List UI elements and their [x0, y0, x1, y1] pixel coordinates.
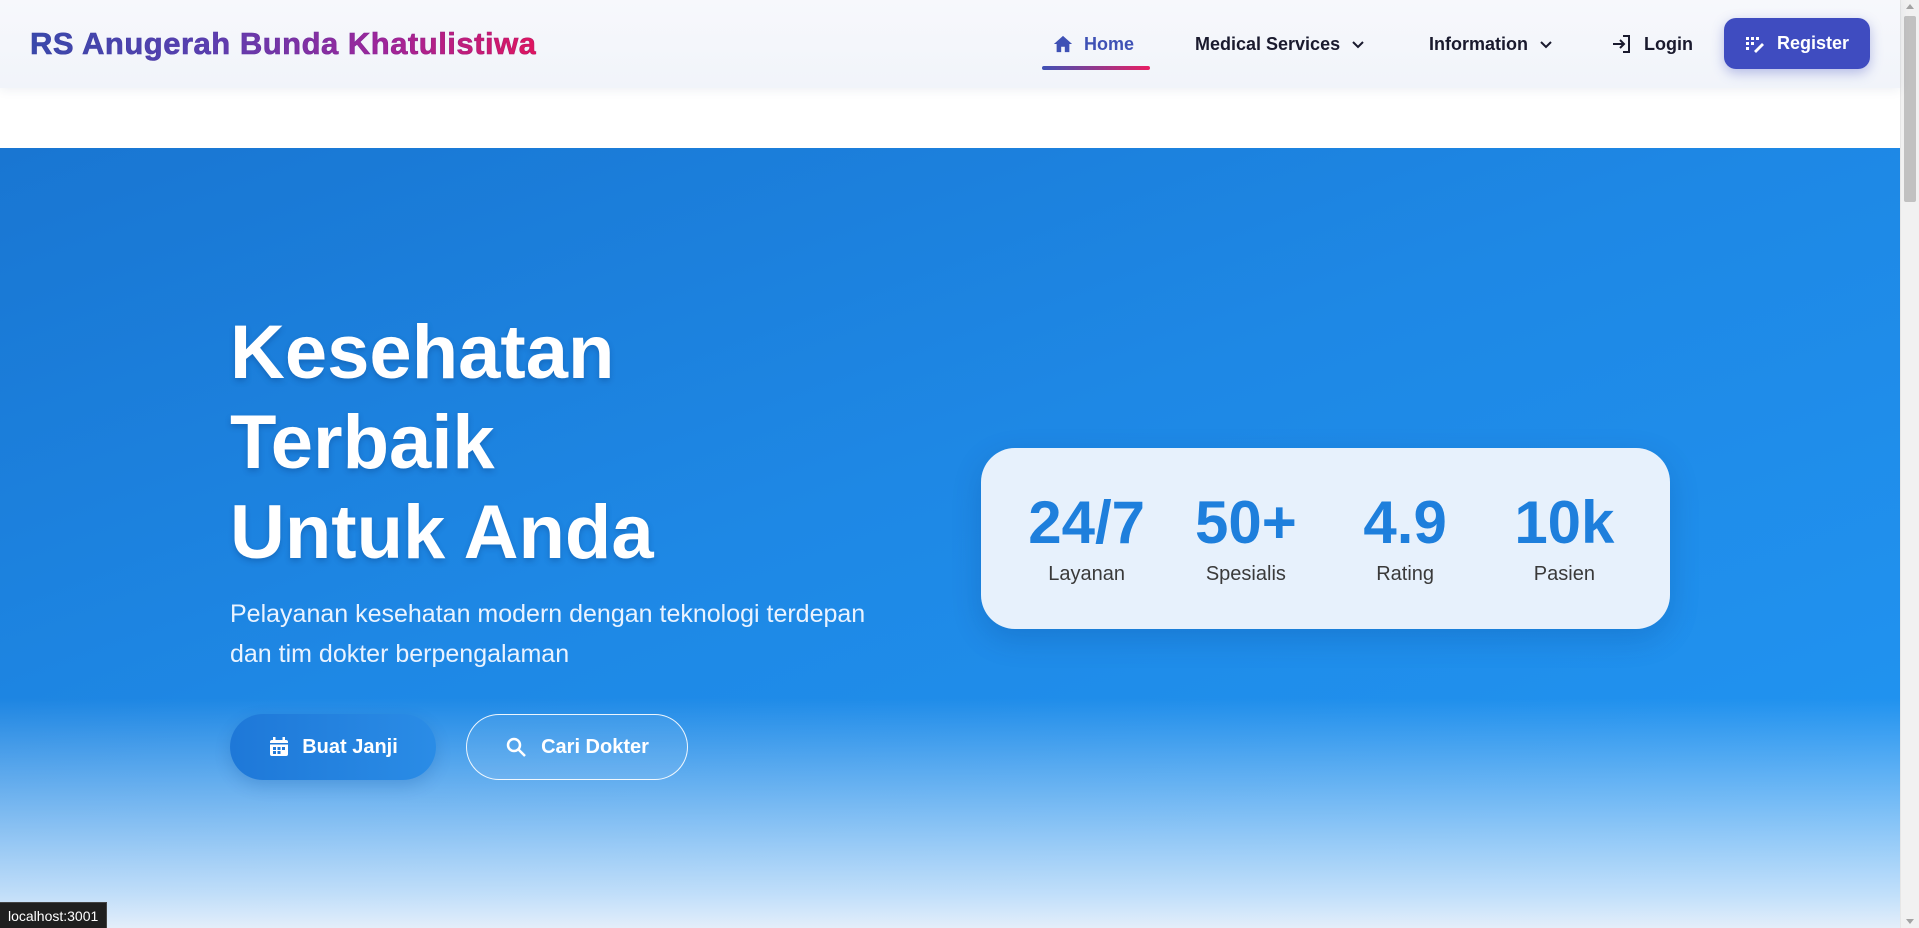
scroll-down-arrow-icon[interactable] — [1906, 919, 1914, 924]
navbar: RS Anugerah Bunda Khatulistiwa Home Medi… — [0, 0, 1900, 88]
calendar-icon — [268, 736, 290, 758]
nav-information[interactable]: Information — [1429, 28, 1554, 60]
register-icon — [1745, 35, 1765, 53]
book-appointment-label: Buat Janji — [302, 735, 398, 758]
stat-item: 24/7 Layanan — [1017, 491, 1157, 586]
stat-value: 50+ — [1194, 491, 1297, 555]
hero-title-line: Untuk Anda — [230, 490, 654, 575]
nav-medical-services[interactable]: Medical Services — [1195, 28, 1366, 60]
scroll-up-arrow-icon[interactable] — [1906, 4, 1914, 9]
page-scrollbar[interactable] — [1900, 0, 1919, 928]
search-icon — [505, 736, 527, 758]
nav-login[interactable]: Login — [1610, 28, 1693, 60]
scrollbar-thumb[interactable] — [1904, 16, 1916, 202]
stat-item: 10k Pasien — [1494, 491, 1634, 586]
chevron-down-icon — [1350, 36, 1366, 52]
hero-title: Kesehatan Terbaik Untuk Anda — [230, 308, 654, 578]
stat-label: Rating — [1376, 563, 1435, 585]
stat-item: 50+ Spesialis — [1176, 491, 1316, 586]
register-label: Register — [1776, 33, 1850, 53]
stats-card: 24/7 Layanan 50+ Spesialis 4.9 Rating 10… — [981, 448, 1670, 629]
hero-title-line: Terbaik — [230, 400, 495, 485]
brand-logo-text[interactable]: RS Anugerah Bunda Khatulistiwa — [30, 26, 537, 62]
nav-home[interactable]: Home — [1042, 28, 1151, 70]
stat-label: Layanan — [1048, 563, 1125, 585]
nav-home-label: Home — [1084, 33, 1135, 54]
register-button[interactable]: Register — [1724, 18, 1870, 69]
home-icon — [1052, 34, 1074, 54]
stat-value: 10k — [1514, 491, 1615, 555]
stat-label: Spesialis — [1205, 563, 1286, 585]
nav-medical-services-label: Medical Services — [1195, 33, 1341, 54]
chevron-down-icon — [1538, 36, 1554, 52]
nav-login-label: Login — [1644, 33, 1693, 54]
stat-item: 4.9 Rating — [1335, 491, 1475, 586]
find-doctor-button[interactable]: Cari Dokter — [466, 714, 688, 780]
hero-section: Kesehatan Terbaik Untuk Anda Pelayanan k… — [0, 148, 1900, 928]
hero-subtitle: Pelayanan kesehatan modern dengan teknol… — [230, 600, 866, 668]
active-indicator — [1042, 66, 1151, 70]
status-bar-url: localhost:3001 — [0, 902, 108, 928]
find-doctor-label: Cari Dokter — [541, 735, 649, 758]
book-appointment-button[interactable]: Buat Janji — [230, 714, 436, 780]
stat-label: Pasien — [1533, 563, 1595, 585]
stat-value: 24/7 — [1028, 491, 1146, 555]
stat-value: 4.9 — [1363, 491, 1447, 555]
login-icon — [1610, 32, 1634, 56]
nav-information-label: Information — [1429, 33, 1528, 54]
hero-title-line: Kesehatan — [230, 310, 615, 395]
